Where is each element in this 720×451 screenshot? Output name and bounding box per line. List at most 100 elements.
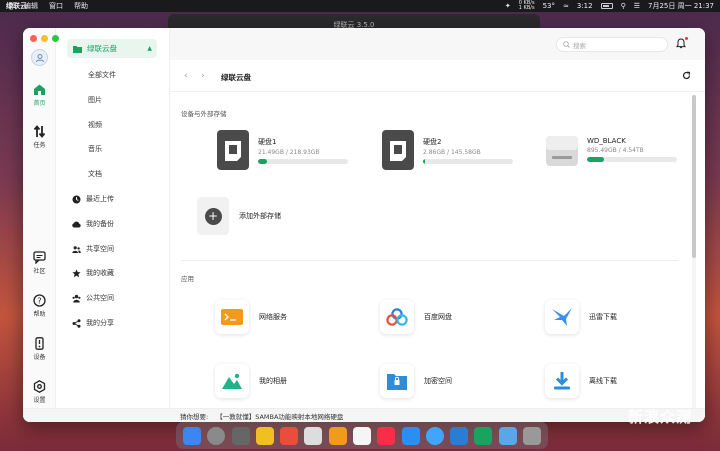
status-bar: 猜你想要: 【一教就懂】SAMBA功能映射本地网络硬盘	[23, 408, 705, 422]
backup-icon	[72, 221, 81, 227]
finder-icon[interactable]	[183, 426, 202, 445]
wifi-icon[interactable]: ≈	[563, 2, 569, 10]
app-label: 网络服务	[259, 313, 287, 321]
app-baidu-netdisk[interactable]: 百度网盘	[380, 300, 452, 334]
device-icon	[35, 337, 44, 350]
sidebar-item-recent-label: 最近上传	[86, 195, 114, 203]
add-storage-button[interactable]: + 添加外部存储	[197, 197, 281, 235]
caret-up-icon: ▲	[147, 45, 152, 52]
clock[interactable]: 7月25日 周一 21:37	[648, 1, 714, 11]
sidebar-item-videos[interactable]: 视频	[88, 120, 102, 130]
disk-card-2[interactable]: 硬盘2 2.86GB / 145.58GB	[381, 129, 513, 171]
rail-community[interactable]: 社区	[23, 251, 56, 275]
sidebar-item-shared[interactable]: 共享空间	[72, 244, 114, 254]
clock-icon	[72, 195, 81, 203]
trash-icon[interactable]	[522, 426, 541, 445]
group-icon	[72, 294, 81, 302]
ugreen-cloud-icon[interactable]	[474, 426, 493, 445]
disk-size: 895.49GB / 4.54TB	[587, 147, 644, 154]
chrome-icon[interactable]	[425, 426, 444, 445]
screenshot-icon[interactable]	[231, 426, 250, 445]
baidu-netdisk-icon	[386, 308, 408, 326]
bird-icon[interactable]: ✦	[505, 2, 511, 10]
add-storage-label: 添加外部存储	[239, 212, 281, 220]
refresh-icon[interactable]	[682, 71, 691, 80]
pages-icon[interactable]	[328, 426, 347, 445]
avatar[interactable]	[31, 49, 48, 66]
battery-icon[interactable]	[600, 3, 613, 9]
rail-tasks[interactable]: 任务	[23, 125, 56, 149]
sidebar-item-images[interactable]: 图片	[88, 95, 102, 105]
timer-readout: 3:12	[576, 2, 593, 10]
disk-name: 硬盘2	[423, 138, 442, 146]
search-menubar-icon[interactable]: ⚲	[621, 2, 626, 10]
app-window: 首页 任务 社区 ? 帮助 设备 设置 绿联云盘 ▲ 全部文件 图片 视频 音乐…	[23, 28, 705, 422]
app-network-service[interactable]: 网络服务	[215, 300, 287, 334]
calendar-icon[interactable]	[304, 426, 323, 445]
search-input[interactable]: 搜索	[556, 37, 668, 52]
chat-icon	[33, 251, 46, 264]
help-icon: ?	[33, 294, 46, 307]
nav-rail: 首页 任务 社区 ? 帮助 设备 设置	[23, 28, 56, 422]
network-speed: 0 KB/s 1 KB/s	[519, 1, 535, 11]
sidebar-item-all-files[interactable]: 全部文件	[88, 70, 116, 80]
sidebar-item-favorites[interactable]: 我的收藏	[72, 268, 114, 278]
app-offline-download[interactable]: 离线下载	[545, 364, 617, 398]
menu-app-name[interactable]: 绿联云	[6, 1, 27, 11]
reminders-icon[interactable]	[280, 426, 299, 445]
photos-icon[interactable]	[255, 426, 274, 445]
menu-window[interactable]: 窗口	[49, 1, 63, 11]
app-encrypted-space[interactable]: 加密空间	[380, 364, 452, 398]
disk-size: 2.86GB / 145.58GB	[423, 149, 481, 156]
close-button[interactable]	[30, 35, 37, 42]
main-content: 搜索 ‹ › 绿联云盘 设备与外部存储 硬盘1 21.49GB / 218.93…	[170, 28, 705, 422]
safari-icon[interactable]	[450, 426, 469, 445]
forward-chevron-icon[interactable]: ›	[201, 71, 205, 81]
launchpad-icon[interactable]	[207, 426, 226, 445]
downloads-folder-icon[interactable]	[498, 426, 517, 445]
network-service-icon	[221, 309, 243, 325]
app-label: 加密空间	[424, 377, 452, 385]
status-suggestion-link[interactable]: 【一教就懂】SAMBA功能映射本地网络硬盘	[216, 411, 343, 421]
add-storage-box: +	[197, 197, 229, 235]
notification-dot	[685, 37, 688, 40]
minimize-button[interactable]	[41, 35, 48, 42]
sidebar-item-docs[interactable]: 文档	[88, 169, 102, 179]
notification-button[interactable]	[676, 37, 688, 51]
rail-home[interactable]: 首页	[23, 83, 56, 107]
app-photo-album[interactable]: 我的相册	[215, 364, 287, 398]
temperature: 53°	[542, 2, 555, 10]
disk-name: WD_BLACK	[587, 137, 626, 145]
svg-text:?: ?	[37, 296, 41, 305]
apps-section-title: 应用	[181, 275, 194, 283]
rail-device[interactable]: 设备	[23, 337, 56, 361]
sidebar-item-backup[interactable]: 我的备份	[72, 219, 114, 229]
menu-bar:  绿联云 编辑 窗口 帮助 ✦ 0 KB/s 1 KB/s 53° ≈ 3:1…	[0, 0, 720, 12]
menu-help[interactable]: 帮助	[74, 1, 88, 11]
sidebar-item-recent[interactable]: 最近上传	[72, 194, 114, 204]
window-controls	[30, 35, 59, 42]
sidebar-item-music[interactable]: 音乐	[88, 144, 102, 154]
sidebar-header[interactable]: 绿联云盘 ▲	[67, 39, 157, 58]
photo-album-icon	[222, 373, 242, 389]
plus-icon: +	[204, 207, 222, 225]
music-icon[interactable]	[377, 426, 396, 445]
control-center-icon[interactable]: ☰	[634, 2, 640, 10]
back-chevron-icon[interactable]: ‹	[184, 71, 188, 81]
rail-settings[interactable]: 设置	[23, 380, 56, 404]
app-thunder[interactable]: 迅雷下载	[545, 300, 617, 334]
sidebar-item-public[interactable]: 公共空间	[72, 293, 114, 303]
zoom-button[interactable]	[52, 35, 59, 42]
disk-card-1[interactable]: 硬盘1 21.49GB / 218.93GB	[216, 129, 348, 171]
sidebar-item-my-share[interactable]: 我的分享	[72, 318, 114, 328]
rail-settings-label: 设置	[33, 397, 46, 404]
rail-help[interactable]: ? 帮助	[23, 294, 56, 318]
notes-icon[interactable]	[352, 426, 371, 445]
download-icon	[554, 372, 570, 390]
share-icon	[72, 318, 81, 328]
disk-card-3[interactable]: WD_BLACK 895.49GB / 4.54TB	[545, 129, 677, 171]
scrollbar[interactable]	[692, 95, 696, 258]
rail-tasks-label: 任务	[33, 142, 46, 149]
disk-usage-fill	[423, 159, 425, 164]
app-store-icon[interactable]	[401, 426, 420, 445]
